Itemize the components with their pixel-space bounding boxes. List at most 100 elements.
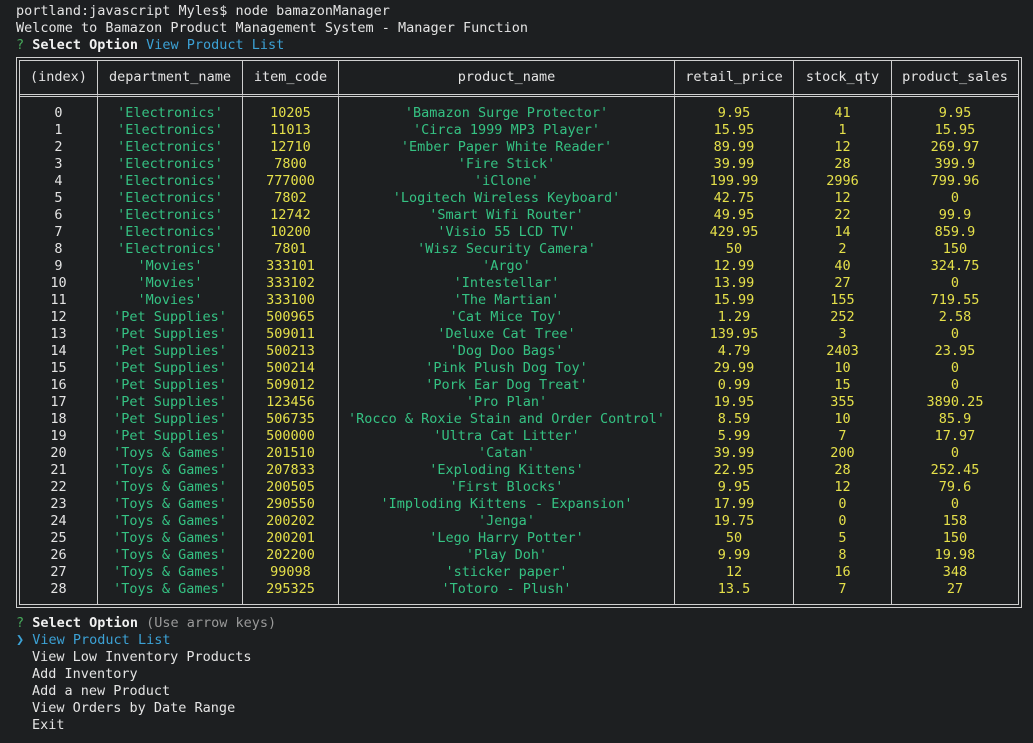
retail-price-cell: 22.95 <box>675 462 794 479</box>
item-code-cell: 333100 <box>243 292 339 309</box>
product-name-cell: 'Intestellar' <box>339 275 675 292</box>
product-name-cell: 'Exploding Kittens' <box>339 462 675 479</box>
stock-qty-cell: 252 <box>794 309 892 326</box>
item-code-cell: 201510 <box>243 445 339 462</box>
item-code-cell: 500214 <box>243 360 339 377</box>
product-sales-cell: 150 <box>942 530 968 546</box>
item-code-cell: 207833 <box>243 462 339 479</box>
product-sales-cell: 23.95 <box>934 343 976 359</box>
retail-price-cell: 89.99 <box>675 139 794 156</box>
department-cell: 'Electronics' <box>98 156 243 173</box>
retail-price-cell: 8.59 <box>675 411 794 428</box>
table-row: 20 'Toys & Games' 201510 'Catan' 39.99 200 0 <box>20 445 1018 462</box>
item-code-cell: 509012 <box>243 377 339 394</box>
menu-item-view-low-inventory[interactable]: View Low Inventory Products <box>16 649 1033 666</box>
item-code-cell: 200202 <box>243 513 339 530</box>
department-cell: 'Pet Supplies' <box>98 428 243 445</box>
stock-qty-cell: 7 <box>794 428 892 445</box>
table-row: 27 'Toys & Games' 99098'sticker paper' 12 16… <box>20 564 1018 581</box>
table-row: 16 'Pet Supplies' 509012 'Pork Ear Dog Trea… <box>20 377 1018 394</box>
product-sales-cell: 85.9 <box>938 411 972 427</box>
product-sales-cell: 99.9 <box>938 207 972 223</box>
product-sales-cell: 150 <box>942 241 968 257</box>
stock-qty-cell: 41 <box>794 105 892 122</box>
department-cell: 'Electronics' <box>98 241 243 258</box>
retail-price-cell: 15.95 <box>675 122 794 139</box>
index-cell: 26 <box>20 547 98 564</box>
product-name-cell: 'Rocco & Roxie Stain and Order Control' <box>339 411 675 428</box>
header-stock-qty: stock_qty <box>794 61 892 97</box>
department-cell: 'Movies' <box>98 292 243 309</box>
index-cell: 8 <box>20 241 98 258</box>
product-name-cell: 'Ultra Cat Litter' <box>339 428 675 445</box>
table-row: 17 'Pet Supplies' 123456 'Pro Plan' 19.95 355… <box>20 394 1018 411</box>
stock-qty-cell: 22 <box>794 207 892 224</box>
item-code-cell: 333102 <box>243 275 339 292</box>
question-mark-icon: ? <box>16 37 25 53</box>
product-name-cell: 'Wisz Security Camera' <box>339 241 675 258</box>
product-name-cell: 'Pork Ear Dog Treat' <box>339 377 675 394</box>
index-cell: 15 <box>20 360 98 377</box>
menu-item-add-inventory[interactable]: Add Inventory <box>16 666 1033 683</box>
department-cell: 'Toys & Games' <box>98 547 243 564</box>
item-code-cell: 295325 <box>243 581 339 598</box>
product-name-cell: 'Deluxe Cat Tree' <box>339 326 675 343</box>
retail-price-cell: 9.95 <box>675 479 794 496</box>
retail-price-cell: 13.99 <box>675 275 794 292</box>
department-cell: 'Electronics' <box>98 105 243 122</box>
product-name-cell: 'Visio 55 LCD TV' <box>339 224 675 241</box>
product-sales-cell: 9.95 <box>938 105 972 121</box>
retail-price-cell: 50 <box>675 530 794 547</box>
department-cell: 'Pet Supplies' <box>98 394 243 411</box>
product-sales-cell: 0 <box>950 190 960 206</box>
stock-qty-cell: 155 <box>794 292 892 309</box>
product-sales-cell: 252.45 <box>930 462 980 478</box>
item-code-cell: 10205 <box>243 105 339 122</box>
retail-price-cell: 17.99 <box>675 496 794 513</box>
stock-qty-cell: 12 <box>794 190 892 207</box>
retail-price-cell: 1.29 <box>675 309 794 326</box>
product-sales-cell: 15.95 <box>934 122 976 138</box>
menu-item-view-orders-by-date[interactable]: View Orders by Date Range <box>16 700 1033 717</box>
menu-item-view-product-list[interactable]: ❯ View Product List <box>16 632 1033 649</box>
product-sales-cell: 348 <box>942 564 968 580</box>
table-row: 15 'Pet Supplies' 500214 'Pink Plush Dog To… <box>20 360 1018 377</box>
table-row: 21 'Toys & Games' 207833 'Exploding Kittens… <box>20 462 1018 479</box>
department-cell: 'Toys & Games' <box>98 479 243 496</box>
header-product-sales: product_sales <box>892 61 1018 97</box>
item-code-cell: 333101 <box>243 258 339 275</box>
stock-qty-cell: 1 <box>794 122 892 139</box>
product-sales-cell: 79.6 <box>938 479 972 495</box>
product-name-cell: 'Fire Stick' <box>339 156 675 173</box>
stock-qty-cell: 2 <box>794 241 892 258</box>
stock-qty-cell: 12 <box>794 479 892 496</box>
product-name-cell: 'Lego Harry Potter' <box>339 530 675 547</box>
product-name-cell: 'Bamazon Surge Protector' <box>339 105 675 122</box>
selected-answer: View Product List <box>146 37 285 53</box>
welcome-message: Welcome to Bamazon Product Management Sy… <box>16 20 529 36</box>
product-sales-cell: 2.58 <box>938 309 972 325</box>
product-table: (index) department_name item_code produc… <box>16 57 1022 608</box>
index-cell: 22 <box>20 479 98 496</box>
index-cell: 12 <box>20 309 98 326</box>
retail-price-cell: 29.99 <box>675 360 794 377</box>
item-code-cell: 7800 <box>243 156 339 173</box>
pointer-icon: ❯ <box>16 632 25 648</box>
table-row: 12 'Pet Supplies' 500965 'Cat Mice Toy' 1.29… <box>20 309 1018 326</box>
item-code-cell: 500213 <box>243 343 339 360</box>
index-cell: 2 <box>20 139 98 156</box>
product-name-cell: 'Circa 1999 MP3 Player' <box>339 122 675 139</box>
item-code-cell: 123456 <box>243 394 339 411</box>
stock-qty-cell: 12 <box>794 139 892 156</box>
product-name-cell: 'sticker paper' <box>339 564 675 581</box>
menu-item-add-new-product[interactable]: Add a new Product <box>16 683 1033 700</box>
table-row: 22 'Toys & Games' 200505 'First Blocks' 9.95… <box>20 479 1018 496</box>
menu-item-exit[interactable]: Exit <box>16 717 1033 734</box>
table-body: 0 'Electronics' 10205 'Bamazon Surge Protec… <box>20 97 1018 604</box>
department-cell: 'Movies' <box>98 258 243 275</box>
item-code-cell: 200505 <box>243 479 339 496</box>
stock-qty-cell: 0 <box>794 513 892 530</box>
product-sales-cell: 19.98 <box>934 547 976 563</box>
stock-qty-cell: 28 <box>794 462 892 479</box>
item-code-cell: 11013 <box>243 122 339 139</box>
